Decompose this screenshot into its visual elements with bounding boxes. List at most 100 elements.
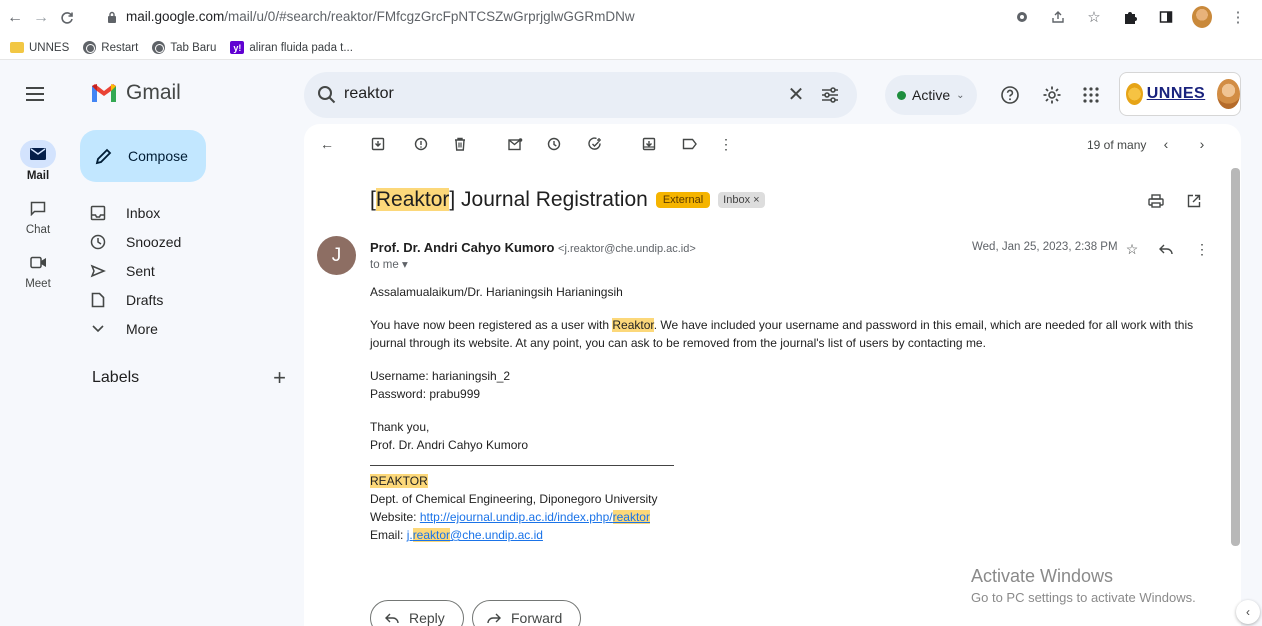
status-dropdown[interactable]: Active ⌄ — [885, 75, 977, 115]
inbox-icon — [88, 203, 108, 223]
sender-name: Prof. Dr. Andri Cahyo Kumoro — [370, 240, 555, 255]
nav-item-inbox[interactable]: Inbox — [88, 198, 298, 227]
draft-file-icon — [88, 290, 108, 310]
search-bar[interactable]: reaktor ✕ — [304, 72, 857, 118]
message-date: Wed, Jan 25, 2023, 2:38 PM — [972, 241, 1118, 253]
snooze-clock-icon[interactable] — [544, 134, 564, 154]
greeting: Assalamualaikum/Dr. Harianingsih Hariani… — [370, 285, 623, 299]
lock-icon — [106, 10, 118, 24]
signature-name: Prof. Dr. Andri Cahyo Kumoro — [370, 438, 529, 452]
address-field[interactable]: mail.google.com/mail/u/0/#search/reaktor… — [106, 9, 635, 24]
folder-nav: Inbox Snoozed Sent Drafts More — [88, 198, 298, 343]
rail-item-chat[interactable]: Chat — [7, 194, 69, 236]
main-menu-icon[interactable] — [24, 84, 46, 104]
mark-unread-icon[interactable] — [505, 134, 525, 154]
reload-icon[interactable] — [56, 7, 78, 29]
signature-divider — [370, 465, 674, 466]
sender-line: Prof. Dr. Andri Cahyo Kumoro <j.reaktor@… — [370, 240, 696, 255]
bookmark-aliran-fluida[interactable]: y! aliran fluida pada t... — [230, 41, 353, 54]
apps-grid-icon[interactable] — [1080, 84, 1102, 106]
star-bookmark-icon[interactable]: ☆ — [1084, 6, 1104, 28]
message-view: ← ⋮ 19 of many ‹ › [Reaktor] Journal Reg… — [304, 124, 1241, 626]
status-label: Active — [912, 87, 951, 103]
bookmark-tab-baru[interactable]: Tab Baru — [152, 41, 216, 54]
archive-icon[interactable] — [368, 134, 388, 154]
labels-title: Labels — [92, 369, 140, 386]
more-options-icon[interactable]: ⋮ — [716, 134, 736, 154]
gmail-m-icon — [92, 84, 116, 102]
side-panel-toggle-icon[interactable]: ‹ — [1236, 600, 1260, 624]
website-link[interactable]: http://ejournal.undip.ac.id/index.php/re… — [420, 510, 650, 524]
reply-button[interactable]: Reply — [370, 600, 464, 626]
bookmarks-bar: UNNES Restart Tab Baru y! aliran fluida p… — [0, 36, 1262, 60]
chevron-down-icon: ⌄ — [956, 89, 965, 101]
account-switcher[interactable]: UNNES — [1119, 72, 1241, 116]
side-panel-icon[interactable] — [1156, 6, 1176, 28]
print-icon[interactable] — [1146, 191, 1166, 211]
add-task-icon[interactable] — [585, 134, 605, 154]
reply-arrow-icon — [385, 613, 399, 623]
back-arrow-icon[interactable]: ← — [4, 7, 26, 29]
back-arrow-icon[interactable]: ← — [317, 134, 337, 154]
rail-item-mail[interactable]: Mail — [7, 140, 69, 182]
move-to-icon[interactable] — [639, 134, 659, 154]
signature-website: Website: http://ejournal.undip.ac.id/ind… — [370, 510, 650, 524]
kebab-menu-icon[interactable]: ⋮ — [1228, 6, 1248, 28]
search-options-icon[interactable] — [819, 84, 841, 106]
recipients-toggle[interactable]: to me ▾ — [370, 257, 408, 271]
message-more-icon[interactable]: ⋮ — [1192, 239, 1212, 259]
password-line: Password: prabu999 — [370, 387, 481, 401]
bookmark-restart[interactable]: Restart — [83, 41, 138, 54]
share-icon[interactable] — [1048, 6, 1068, 28]
search-input[interactable]: reaktor — [344, 85, 394, 103]
older-chevron-right-icon[interactable]: › — [1192, 134, 1212, 154]
open-new-window-icon[interactable] — [1184, 191, 1204, 211]
bookmark-unnes[interactable]: UNNES — [10, 42, 69, 54]
eye-icon[interactable] — [1012, 6, 1032, 28]
avatar — [1217, 79, 1240, 109]
extensions-puzzle-icon[interactable] — [1120, 6, 1140, 28]
pencil-icon — [95, 148, 112, 165]
rail-item-meet[interactable]: Meet — [7, 248, 69, 290]
trash-icon[interactable] — [450, 134, 470, 154]
chat-icon — [20, 194, 56, 222]
nav-item-drafts[interactable]: Drafts — [88, 285, 298, 314]
forward-arrow-icon — [487, 613, 501, 623]
external-badge: External — [655, 192, 711, 208]
inbox-label-chip[interactable]: Inbox × — [718, 192, 765, 208]
nav-item-sent[interactable]: Sent — [88, 256, 298, 285]
add-label-icon[interactable]: + — [273, 367, 286, 389]
settings-gear-icon[interactable] — [1041, 84, 1063, 106]
org-label: UNNES — [1146, 85, 1206, 102]
report-spam-icon[interactable] — [411, 134, 431, 154]
nav-item-snoozed[interactable]: Snoozed — [88, 227, 298, 256]
clear-search-icon[interactable]: ✕ — [785, 84, 807, 106]
labels-header: Labels + — [92, 367, 286, 389]
compose-button[interactable]: Compose — [80, 130, 206, 182]
active-status-dot — [897, 90, 906, 100]
app-rail: Mail Chat Meet — [7, 140, 69, 302]
gmail-logo[interactable]: Gmail — [90, 81, 181, 105]
reply-arrow-icon[interactable] — [1156, 239, 1176, 259]
clock-icon — [88, 232, 108, 252]
email-link[interactable]: j.reaktor@che.undip.ac.id — [407, 528, 543, 542]
label-tag-icon[interactable] — [679, 134, 699, 154]
video-camera-icon — [20, 248, 56, 276]
message-scrollbar[interactable] — [1231, 168, 1240, 546]
forward-arrow-icon[interactable]: → — [30, 7, 52, 29]
sender-email: <j.reaktor@che.undip.ac.id> — [558, 243, 696, 255]
send-icon — [88, 261, 108, 281]
nav-item-more[interactable]: More — [88, 314, 298, 343]
help-icon[interactable] — [999, 84, 1021, 106]
compose-label: Compose — [128, 148, 188, 164]
globe-icon — [83, 41, 97, 54]
search-icon[interactable] — [316, 84, 338, 106]
newer-chevron-left-icon[interactable]: ‹ — [1156, 134, 1176, 154]
subject-text: [Reaktor] Journal Registration — [370, 188, 648, 211]
forward-button[interactable]: Forward — [472, 600, 582, 626]
profile-avatar-icon[interactable] — [1192, 6, 1212, 28]
message-body: Assalamualaikum/Dr. Harianingsih Hariani… — [370, 283, 1200, 544]
signature-org: REAKTOR — [370, 474, 428, 488]
star-icon[interactable]: ☆ — [1122, 239, 1142, 259]
signature-email: Email: j.reaktor@che.undip.ac.id — [370, 528, 543, 542]
